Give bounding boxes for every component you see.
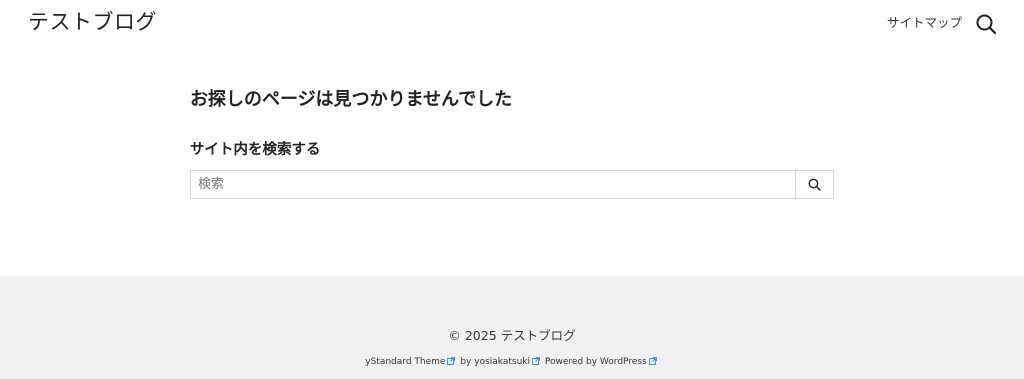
search-input[interactable] [191, 171, 795, 198]
search-icon [976, 14, 997, 35]
site-footer: © 2025 テストブログ yStandard Theme by yosiaka… [0, 276, 1024, 379]
theme-link[interactable]: yStandard Theme [365, 357, 445, 367]
footer-credits: yStandard Theme by yosiakatsuki Powered … [0, 356, 1024, 369]
credits-by: by [460, 357, 472, 367]
copyright-text: © 2025 テストブログ [448, 328, 576, 343]
page-title: お探しのページは見つかりませんでした [190, 89, 513, 110]
site-header: テストブログ サイトマップ [0, 0, 1024, 46]
site-title-link[interactable]: テストブログ [28, 9, 157, 35]
author-link[interactable]: yosiakatsuki [474, 357, 530, 367]
wordpress-link[interactable]: Powered by WordPress [545, 357, 647, 367]
external-link-icon [648, 357, 657, 369]
search-section-title: サイト内を検索する [190, 142, 321, 158]
search-submit-button[interactable] [795, 171, 833, 198]
nav-item-sitemap[interactable]: サイトマップ [887, 14, 962, 32]
external-link-icon [532, 357, 540, 369]
external-link-icon [447, 357, 456, 369]
page: テストブログ サイトマップ お探しのページは見つかりませんでした サイト内を検索… [0, 0, 1024, 379]
main-content: お探しのページは見つかりませんでした サイト内を検索する [190, 88, 834, 199]
search-icon [808, 178, 821, 191]
header-search-button[interactable] [975, 13, 997, 35]
search-form [190, 170, 834, 199]
